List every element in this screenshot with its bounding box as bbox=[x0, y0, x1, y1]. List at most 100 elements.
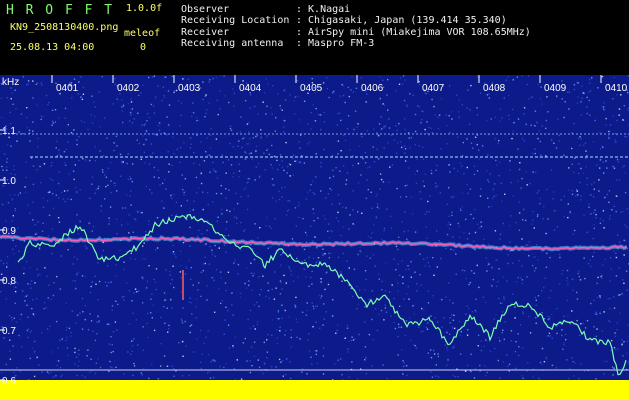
noise-dot bbox=[79, 189, 81, 191]
noise-dot bbox=[372, 254, 375, 256]
noise-dot bbox=[407, 167, 410, 169]
noise-dot bbox=[89, 371, 91, 374]
noise-dot bbox=[130, 252, 132, 254]
noise-dot bbox=[227, 309, 229, 312]
noise-dot bbox=[257, 113, 259, 116]
noise-dot bbox=[554, 210, 556, 212]
noise-dot bbox=[244, 99, 247, 102]
noise-dot bbox=[281, 288, 283, 290]
noise-dot bbox=[503, 338, 505, 341]
noise-dot bbox=[200, 367, 202, 370]
noise-dot bbox=[143, 151, 145, 154]
noise-dot bbox=[563, 216, 565, 218]
noise-dot bbox=[479, 92, 482, 94]
noise-dot bbox=[148, 223, 150, 226]
noise-dot bbox=[76, 143, 78, 146]
noise-dot bbox=[225, 251, 227, 253]
noise-dot bbox=[500, 182, 502, 184]
noise-dot bbox=[281, 166, 284, 168]
noise-dot bbox=[137, 290, 140, 292]
noise-dot bbox=[457, 136, 459, 138]
noise-dot bbox=[155, 288, 157, 291]
noise-dot bbox=[414, 113, 417, 116]
noise-dot bbox=[316, 362, 319, 364]
noise-dot bbox=[514, 350, 517, 353]
noise-dot bbox=[373, 224, 375, 226]
noise-dot bbox=[14, 208, 16, 210]
noise-dot bbox=[253, 272, 255, 275]
noise-dot bbox=[353, 268, 356, 271]
noise-dot bbox=[418, 83, 421, 86]
noise-dot bbox=[322, 248, 324, 250]
noise-dot bbox=[610, 349, 612, 352]
noise-dot bbox=[356, 126, 358, 129]
noise-dot bbox=[164, 76, 166, 78]
noise-dot bbox=[42, 222, 44, 224]
noise-dot bbox=[364, 162, 367, 164]
noise-dot bbox=[391, 284, 393, 286]
noise-dot bbox=[486, 120, 488, 122]
noise-dot bbox=[495, 194, 497, 196]
observer-label: Observer bbox=[181, 4, 230, 15]
noise-dot bbox=[536, 192, 539, 194]
noise-dot bbox=[273, 184, 275, 186]
noise-dot bbox=[472, 147, 474, 149]
noise-dot bbox=[196, 338, 198, 340]
noise-dot bbox=[566, 280, 568, 282]
noise-dot bbox=[609, 124, 612, 126]
noise-dot bbox=[94, 160, 97, 162]
noise-dot bbox=[183, 141, 185, 144]
noise-dot bbox=[621, 343, 623, 345]
noise-dot bbox=[281, 109, 283, 111]
noise-dot bbox=[12, 345, 14, 347]
noise-dot bbox=[476, 143, 478, 146]
noise-dot bbox=[244, 229, 246, 231]
noise-dot bbox=[288, 316, 290, 318]
noise-dot bbox=[234, 378, 236, 381]
noise-dot bbox=[290, 270, 292, 272]
noise-dot bbox=[70, 198, 72, 201]
noise-dot bbox=[528, 241, 531, 243]
noise-dot bbox=[106, 323, 109, 325]
noise-dot bbox=[534, 148, 536, 150]
noise-dot bbox=[265, 295, 267, 298]
noise-dot bbox=[453, 345, 455, 347]
noise-dot bbox=[143, 124, 145, 126]
noise-dot bbox=[326, 271, 328, 273]
noise-dot bbox=[545, 127, 547, 130]
noise-dot bbox=[236, 217, 238, 219]
noise-dot bbox=[465, 218, 467, 221]
noise-dot bbox=[122, 207, 124, 209]
noise-dot bbox=[440, 148, 442, 150]
noise-dot bbox=[251, 365, 253, 367]
noise-dot bbox=[189, 210, 191, 212]
noise-dot bbox=[341, 280, 343, 282]
noise-dot bbox=[236, 222, 238, 225]
app-brand: H R O F F T bbox=[6, 3, 115, 18]
noise-dot bbox=[556, 307, 558, 310]
noise-dot bbox=[48, 214, 51, 216]
noise-dot bbox=[422, 330, 424, 332]
noise-dot bbox=[54, 109, 57, 111]
noise-dot bbox=[626, 208, 628, 210]
noise-dot bbox=[171, 164, 173, 167]
noise-dot bbox=[95, 283, 97, 285]
noise-dot bbox=[359, 145, 361, 147]
noise-dot bbox=[424, 213, 426, 216]
noise-dot bbox=[141, 212, 143, 214]
noise-dot bbox=[425, 226, 427, 228]
noise-dot bbox=[529, 183, 531, 185]
noise-dot bbox=[449, 322, 451, 324]
noise-dot bbox=[322, 254, 324, 257]
noise-dot bbox=[222, 161, 224, 164]
noise-dot bbox=[313, 308, 315, 310]
noise-dot bbox=[73, 78, 76, 80]
noise-dot bbox=[370, 237, 372, 239]
noise-dot bbox=[564, 333, 567, 336]
noise-dot bbox=[548, 296, 551, 299]
noise-dot bbox=[430, 356, 433, 359]
noise-dot bbox=[393, 297, 395, 300]
noise-dot bbox=[599, 148, 602, 150]
noise-dot bbox=[541, 125, 543, 127]
noise-dot bbox=[157, 85, 159, 87]
